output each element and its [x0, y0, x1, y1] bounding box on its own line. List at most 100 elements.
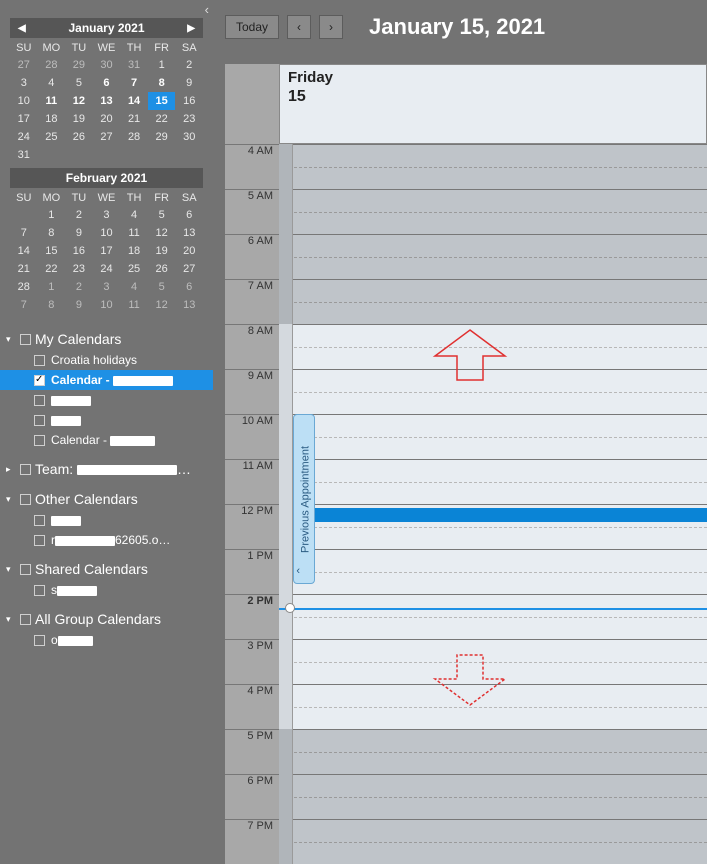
- checkbox[interactable]: [34, 415, 45, 426]
- next-month-icon[interactable]: ▶: [183, 21, 199, 36]
- mini-cal-day[interactable]: 12: [65, 92, 93, 110]
- mini-cal-day[interactable]: 13: [93, 92, 121, 110]
- mini-cal-day[interactable]: 31: [10, 146, 38, 164]
- mini-cal-day[interactable]: 9: [65, 296, 93, 314]
- time-slot[interactable]: [279, 774, 707, 819]
- day-header[interactable]: Friday 15: [279, 64, 707, 144]
- checkbox[interactable]: [20, 564, 31, 575]
- time-slot[interactable]: [279, 414, 707, 459]
- calendar-item[interactable]: r62605.o…: [0, 530, 213, 550]
- mini-cal-day[interactable]: 24: [10, 128, 38, 146]
- mini-cal-day[interactable]: 16: [65, 242, 93, 260]
- mini-cal-day[interactable]: 13: [175, 224, 203, 242]
- mini-cal-day[interactable]: 20: [175, 242, 203, 260]
- mini-cal-day[interactable]: 22: [38, 260, 66, 278]
- time-slot[interactable]: [279, 729, 707, 774]
- mini-cal-day[interactable]: 30: [93, 56, 121, 74]
- mini-cal-day[interactable]: 20: [93, 110, 121, 128]
- mini-cal-day[interactable]: 3: [93, 206, 121, 224]
- mini-cal-day[interactable]: 23: [175, 110, 203, 128]
- checkbox[interactable]: [34, 395, 45, 406]
- prev-day-button[interactable]: ‹: [287, 15, 311, 39]
- time-slot[interactable]: [279, 189, 707, 234]
- group-header-other[interactable]: ▾ Other Calendars: [0, 488, 213, 510]
- mini-cal-day[interactable]: 10: [93, 296, 121, 314]
- calendar-item[interactable]: Calendar -: [0, 370, 213, 390]
- time-grid[interactable]: [279, 144, 707, 864]
- mini-cal-day[interactable]: 5: [65, 74, 93, 92]
- mini-cal-day[interactable]: 22: [148, 110, 176, 128]
- mini-cal-day[interactable]: 7: [120, 74, 148, 92]
- mini-cal-day[interactable]: 25: [120, 260, 148, 278]
- mini-cal-day[interactable]: 24: [93, 260, 121, 278]
- mini-cal-day[interactable]: 17: [10, 110, 38, 128]
- mini-cal-day[interactable]: 6: [175, 206, 203, 224]
- mini-cal-day[interactable]: 8: [38, 224, 66, 242]
- calendar-item[interactable]: [0, 390, 213, 410]
- mini-cal-day[interactable]: 16: [175, 92, 203, 110]
- prev-month-icon[interactable]: ◀: [14, 21, 30, 36]
- mini-cal-day[interactable]: 11: [120, 224, 148, 242]
- mini-cal-day[interactable]: 11: [120, 296, 148, 314]
- time-slot[interactable]: [279, 279, 707, 324]
- mini-cal-day[interactable]: 7: [10, 296, 38, 314]
- mini-cal-day[interactable]: 10: [10, 92, 38, 110]
- mini-cal-day[interactable]: 4: [120, 278, 148, 296]
- mini-cal-day[interactable]: 1: [38, 206, 66, 224]
- mini-cal-day[interactable]: 28: [38, 56, 66, 74]
- mini-cal-day[interactable]: 29: [148, 128, 176, 146]
- mini-cal-day[interactable]: 8: [38, 296, 66, 314]
- mini-cal-day[interactable]: 9: [175, 74, 203, 92]
- mini-cal-day[interactable]: 31: [120, 56, 148, 74]
- next-day-button[interactable]: ›: [319, 15, 343, 39]
- checkbox[interactable]: [34, 375, 45, 386]
- mini-cal-day[interactable]: 21: [10, 260, 38, 278]
- mini-cal-day[interactable]: 1: [148, 56, 176, 74]
- mini-cal-day[interactable]: 17: [93, 242, 121, 260]
- time-slot[interactable]: [279, 144, 707, 189]
- time-slot[interactable]: [279, 459, 707, 504]
- mini-cal-day[interactable]: 26: [65, 128, 93, 146]
- checkbox[interactable]: [34, 435, 45, 446]
- calendar-item[interactable]: o: [0, 630, 213, 650]
- checkbox[interactable]: [20, 494, 31, 505]
- mini-cal-day[interactable]: 25: [38, 128, 66, 146]
- mini-cal-day[interactable]: 12: [148, 296, 176, 314]
- checkbox[interactable]: [20, 464, 31, 475]
- mini-cal-day[interactable]: 13: [175, 296, 203, 314]
- mini-cal-day[interactable]: 10: [93, 224, 121, 242]
- mini-cal-day[interactable]: 30: [175, 128, 203, 146]
- checkbox[interactable]: [34, 515, 45, 526]
- mini-cal-day[interactable]: 11: [38, 92, 66, 110]
- mini-cal-day[interactable]: 15: [38, 242, 66, 260]
- group-header-my[interactable]: ▾ My Calendars: [0, 328, 213, 350]
- checkbox[interactable]: [34, 535, 45, 546]
- mini-cal-day[interactable]: 28: [10, 278, 38, 296]
- mini-cal-day[interactable]: 14: [10, 242, 38, 260]
- mini-cal-day[interactable]: 18: [38, 110, 66, 128]
- mini-cal-day[interactable]: 29: [65, 56, 93, 74]
- mini-cal-day[interactable]: 21: [120, 110, 148, 128]
- mini-cal-day[interactable]: 12: [148, 224, 176, 242]
- mini-cal-day[interactable]: 28: [120, 128, 148, 146]
- mini-cal-day[interactable]: 27: [93, 128, 121, 146]
- checkbox[interactable]: [20, 614, 31, 625]
- previous-appointment-tab[interactable]: ‹ Previous Appointment: [293, 414, 315, 584]
- time-slot[interactable]: [279, 549, 707, 594]
- mini-cal-day[interactable]: 5: [148, 206, 176, 224]
- mini-cal-day[interactable]: 15: [148, 92, 176, 110]
- mini-cal-day[interactable]: 1: [38, 278, 66, 296]
- mini-cal-day[interactable]: 19: [65, 110, 93, 128]
- mini-cal-day[interactable]: 8: [148, 74, 176, 92]
- appointment-block[interactable]: [293, 508, 707, 522]
- mini-cal-day[interactable]: 2: [175, 56, 203, 74]
- mini-cal-day[interactable]: 7: [10, 224, 38, 242]
- today-button[interactable]: Today: [225, 15, 279, 39]
- checkbox[interactable]: [20, 334, 31, 345]
- mini-cal-day[interactable]: 3: [93, 278, 121, 296]
- mini-cal-day[interactable]: 27: [10, 56, 38, 74]
- mini-cal-day[interactable]: 4: [120, 206, 148, 224]
- mini-cal-day[interactable]: 18: [120, 242, 148, 260]
- mini-cal-day[interactable]: 26: [148, 260, 176, 278]
- mini-cal-day[interactable]: 2: [65, 206, 93, 224]
